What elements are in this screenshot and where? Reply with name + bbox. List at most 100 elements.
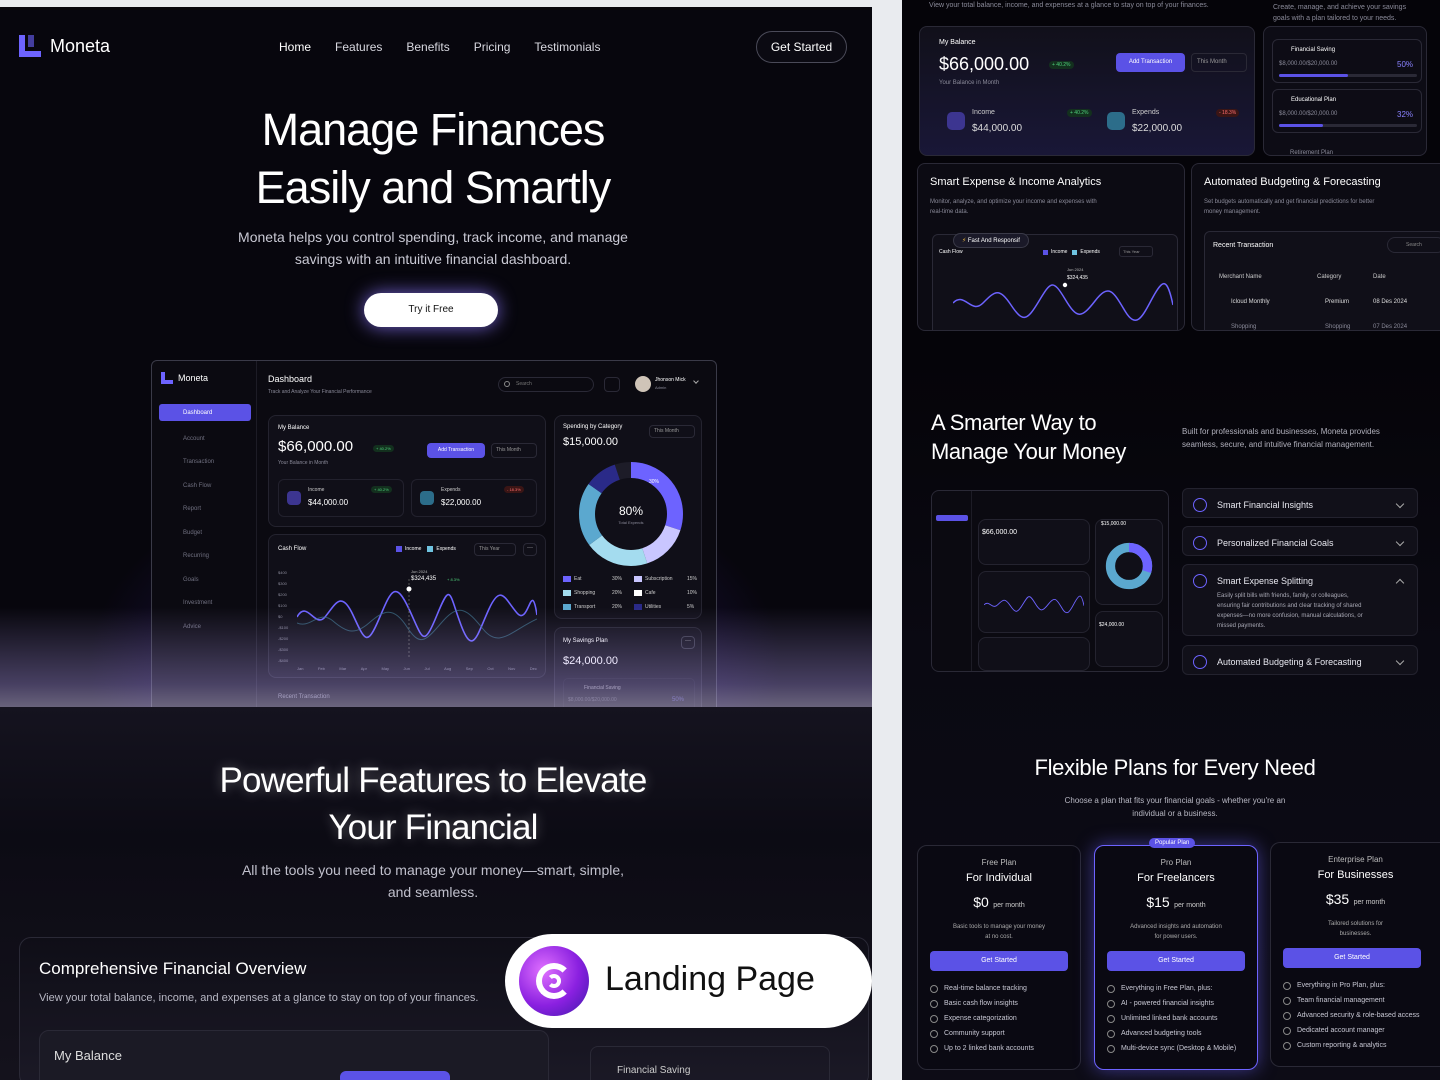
overview-balance-panel: My Balance (39, 1030, 549, 1080)
period-select[interactable]: This Month (491, 443, 537, 458)
table-row[interactable]: Icloud Monthly Premium 08 Des 2024 (1219, 299, 1407, 305)
more-icon[interactable]: ··· (523, 543, 537, 556)
preview-savings: $24,000.00 (1099, 622, 1125, 628)
x-tick: Oct (487, 666, 494, 671)
splitting-icon (1193, 574, 1207, 588)
sidebar-item-goals[interactable]: Goals (159, 568, 251, 592)
get-started-button[interactable]: Get Started (756, 31, 847, 63)
nav-benefits[interactable]: Benefits (406, 40, 449, 54)
x-axis-months: Jan Feb Mar Apr May Jun Jul Aug Sep Oct Nov Dec (297, 666, 537, 671)
x-tick: Jun (403, 666, 410, 671)
legend-utilities-pct: 5% (687, 604, 695, 610)
chevron-down-icon[interactable] (693, 378, 699, 384)
year-select[interactable]: This Year (474, 543, 516, 556)
pro-get-started-button[interactable]: Get Started (1107, 951, 1245, 971)
tier-desc-2: businesses. (1339, 931, 1372, 937)
plan-card-free: Free Plan For Individual $0 per month Ba… (917, 845, 1081, 1070)
accordion-content: Easily split bills with friends, family,… (1217, 591, 1363, 631)
sidebar-item-cash-flow[interactable]: Cash Flow (159, 474, 251, 498)
dashboard-logo: Dashboard Moneta (161, 372, 208, 384)
row-merchant: Shopping (1231, 324, 1257, 330)
row-date: 07 Des 2024 (1373, 324, 1408, 330)
legend-expends: Expends (1080, 249, 1100, 255)
chevron-up-icon (1395, 578, 1405, 588)
dashboard-sidebar: Dashboard Moneta Dashboard Account Trans… (152, 361, 257, 719)
brand-logo[interactable]: Moneta (19, 35, 110, 57)
preview-balance: $66,000.00 (982, 529, 1018, 536)
mini-period-select[interactable]: This Month (1191, 53, 1247, 72)
expends-change-badge: - 18.3% (504, 486, 524, 493)
main-nav: Home Features Benefits Pricing Testimoni… (279, 40, 624, 54)
x-tick: Apr (360, 666, 367, 671)
mini-balance-change: + 40.2% (1049, 61, 1074, 69)
accordion-item-goals[interactable]: Personalized Financial Goals (1182, 526, 1418, 556)
sidebar-item-dashboard[interactable]: Dashboard (159, 404, 251, 421)
sidebar-item-advice[interactable]: Advice (159, 615, 251, 639)
tooltip-date: Jun 2024 (411, 569, 428, 574)
avatar[interactable] (635, 376, 651, 392)
bell-icon[interactable] (604, 377, 620, 392)
nav-pricing[interactable]: Pricing (474, 40, 511, 54)
table-row[interactable]: Shopping Shopping 07 Des 2024 (1219, 324, 1407, 330)
balance-change-badge: + 40.2% (373, 445, 394, 452)
plan-amount: $8,000.00/$20,000.00 (1279, 61, 1338, 67)
analytics-year-select[interactable]: This Year (1119, 246, 1153, 257)
brand-name: Moneta (50, 35, 111, 56)
analytics-desc-2: real-time data. (930, 209, 969, 215)
free-get-started-button[interactable]: Get Started (930, 951, 1068, 971)
y-tick: -$200 (278, 636, 289, 641)
y-axis-ticks: $400 $300 $200 $100 $0 -$100 -$200 -$300 -$400 (278, 567, 288, 666)
sidebar-item-report[interactable]: Report (159, 498, 251, 522)
features-title-line1: Powerful Features to Elevate (219, 761, 648, 800)
tier-price: $0 (973, 894, 989, 910)
x-tick: Jul (424, 666, 430, 671)
recent-search-input[interactable]: Search (1387, 237, 1440, 253)
pricing-desc: Choose a plan that fits your financial g… (902, 794, 1440, 820)
row-category: Premium (1325, 299, 1350, 305)
mini-add-transaction-button[interactable]: Add Transaction (1116, 53, 1185, 72)
tooltip-value: $324,435 (411, 576, 437, 582)
sidebar-item-transaction[interactable]: Transaction (159, 451, 251, 475)
mini-balance-label: My Balance (939, 39, 976, 46)
add-transaction-button[interactable]: Add Transaction (427, 443, 485, 458)
try-free-button[interactable]: Try it Free (364, 293, 498, 327)
savings-more-icon[interactable]: ··· (681, 636, 695, 649)
x-tick: Dec (529, 666, 537, 671)
dashboard-search-input[interactable]: Search (498, 377, 594, 392)
recent-transaction-panel: Recent Transaction Search Merchant Name … (1204, 231, 1440, 330)
sidebar-item-recurring[interactable]: Recurring (159, 545, 251, 569)
saving-item-name: Financial Saving (584, 685, 621, 691)
sidebar-item-account[interactable]: Account (159, 427, 251, 451)
nav-home[interactable]: Home (279, 40, 311, 54)
hero-title: Manage Finances Easily and Smartly (0, 101, 866, 217)
pricing-desc-1: Choose a plan that fits your financial g… (1064, 796, 1286, 805)
landing-page-badge: Landing Page (505, 934, 872, 1028)
tier-name: Free Plan (981, 858, 1017, 867)
accordion-item-insights[interactable]: Smart Financial Insights (1182, 488, 1418, 518)
legend-subscription: Subscription (645, 576, 673, 582)
legend-expends: Expends (436, 546, 456, 552)
sidebar-item-investment[interactable]: Investment (159, 592, 251, 616)
enterprise-get-started-button[interactable]: Get Started (1283, 948, 1421, 968)
chevron-down-icon (1395, 656, 1405, 666)
mini-balance-value: $66,000.00 (939, 54, 1030, 74)
legend-income: Income (405, 546, 422, 552)
sidebar-item-budget[interactable]: Budget (159, 521, 251, 545)
sidebar-menu: Dashboard Account Transaction Cash Flow … (159, 404, 251, 639)
feature-item: Unlimited linked bank accounts (1107, 1011, 1257, 1026)
feature-item: Up to 2 linked bank accounts (930, 1041, 1080, 1056)
spending-period-select[interactable]: This Month (649, 425, 695, 438)
accordion-item-splitting[interactable]: Smart Expense Splitting Easily split bil… (1182, 564, 1418, 636)
analytics-point (1062, 282, 1068, 288)
dashboard-mockup: Dashboard Moneta Dashboard Account Trans… (151, 360, 717, 720)
accordion-item-budgeting[interactable]: Automated Budgeting & Forecasting (1182, 645, 1418, 675)
insights-icon (1193, 498, 1207, 512)
accordion-label: Automated Budgeting & Forecasting (1217, 657, 1362, 667)
nav-features[interactable]: Features (335, 40, 382, 54)
overview-button[interactable] (340, 1071, 450, 1080)
nav-testimonials[interactable]: Testimonials (534, 40, 600, 54)
fast-responsive-tag: ⚡ Fast And Responsif (953, 233, 1029, 248)
plan-amount: $8,000.00/$20,000.00 (1279, 111, 1338, 117)
tooltip-change: + 8.3% (447, 577, 460, 582)
tier-features: Everything in Free Plan, plus: AI - powe… (1095, 981, 1257, 1056)
